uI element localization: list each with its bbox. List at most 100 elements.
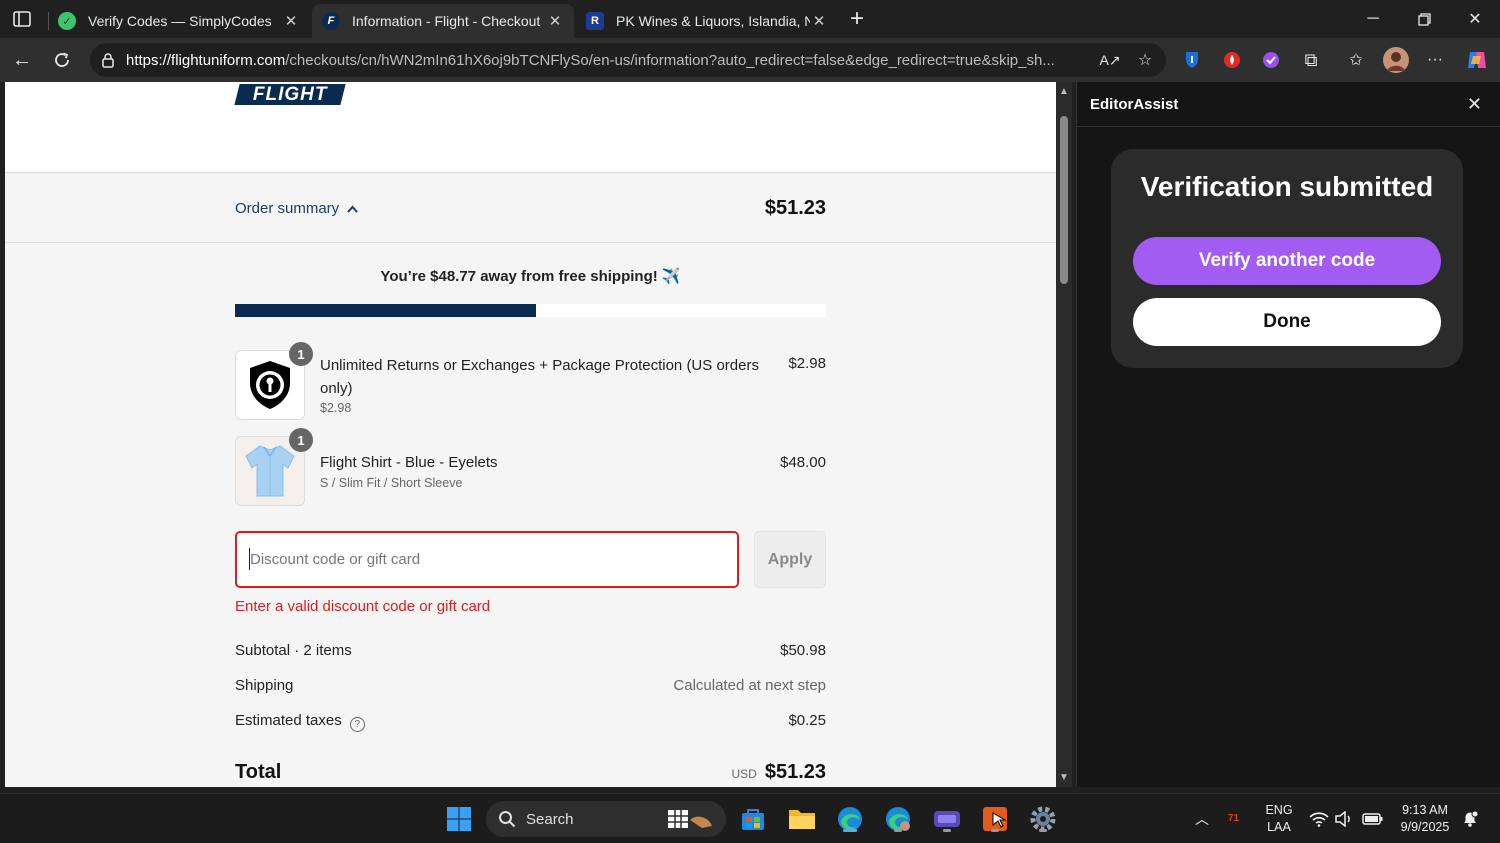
line-item-shirt: 1 Flight Shirt - Blue - Eyelets S / Slim…	[235, 428, 826, 516]
item-price: $2.98	[788, 355, 826, 372]
read-aloud-icon[interactable]: A↗	[1099, 49, 1121, 71]
taxes-label: Estimated taxes	[235, 712, 342, 729]
scrollbar-thumb[interactable]	[1060, 116, 1068, 284]
edge-profile-icon[interactable]	[882, 803, 914, 835]
item-price: $48.00	[780, 454, 826, 471]
order-summary-bar: Order summary $51.23	[5, 173, 1056, 243]
address-bar[interactable]: https://flightuniform.com/checkouts/cn/h…	[90, 43, 1166, 77]
quantity-badge: 1	[289, 342, 313, 366]
discount-code-input[interactable]	[235, 531, 739, 588]
shipping-value: Calculated at next step	[673, 677, 826, 694]
windows-start-icon[interactable]	[443, 803, 475, 835]
tray-badge[interactable]: 71	[1228, 810, 1239, 827]
bitwarden-extension-icon[interactable]	[1181, 49, 1203, 71]
office-app-icon[interactable]	[979, 803, 1011, 835]
favorites-icon[interactable]: ✩	[1345, 49, 1367, 71]
total-currency: USD	[731, 767, 757, 781]
flight-logo[interactable]: FLIGHT	[234, 83, 346, 105]
battery-icon[interactable]	[1359, 803, 1387, 835]
item-variant: $2.98	[320, 401, 352, 415]
verify-another-code-button[interactable]: Verify another code	[1133, 237, 1441, 285]
file-explorer-icon[interactable]	[786, 803, 818, 835]
microsoft-store-icon[interactable]	[737, 803, 769, 835]
tab-close-icon[interactable]: ✕	[810, 12, 828, 30]
minimize-icon[interactable]: ─	[1350, 6, 1396, 32]
apply-discount-button[interactable]: Apply	[754, 531, 826, 588]
volume-icon[interactable]	[1331, 803, 1357, 835]
lock-icon[interactable]	[100, 52, 116, 68]
flight-favicon-icon: F	[322, 12, 340, 30]
taskbar-search[interactable]: Search	[486, 801, 726, 837]
clock[interactable]: 9:13 AM 9/9/2025	[1393, 802, 1457, 836]
shipping-row: Shipping Calculated at next step	[235, 677, 826, 694]
tab-pk-wines[interactable]: R PK Wines & Liquors, Islandia, NY, ✕	[576, 4, 838, 38]
wifi-icon[interactable]	[1306, 803, 1332, 835]
extension-red-icon[interactable]	[1221, 49, 1243, 71]
copilot-icon[interactable]	[1464, 47, 1490, 73]
search-label: Search	[526, 810, 574, 828]
game-app-icon[interactable]	[931, 803, 963, 835]
side-panel-title: EditorAssist	[1090, 95, 1179, 113]
settings-gear-icon[interactable]	[1027, 803, 1059, 835]
edge-browser-icon[interactable]	[834, 803, 866, 835]
refresh-icon[interactable]	[49, 47, 75, 73]
side-panel-header: EditorAssist ✕	[1077, 82, 1500, 127]
quantity-badge: 1	[289, 428, 313, 452]
notification-bell-icon[interactable]	[1456, 803, 1484, 835]
subtotal-label: Subtotal · 2 items	[235, 642, 352, 659]
running-indicator	[991, 829, 999, 832]
more-menu-icon[interactable]: ···	[1424, 49, 1446, 71]
language-line1: ENG	[1265, 803, 1293, 817]
tab-close-icon[interactable]: ✕	[546, 12, 564, 30]
subtotal-row: Subtotal · 2 items $50.98	[235, 642, 826, 659]
favorite-star-icon[interactable]: ☆	[1134, 49, 1156, 71]
verification-card: Verification submitted Verify another co…	[1111, 149, 1463, 368]
text-caret	[249, 548, 250, 570]
tab-flight-checkout[interactable]: F Information - Flight - Checkout ✕	[312, 4, 574, 38]
language-indicator[interactable]: ENG LAA	[1260, 802, 1298, 836]
line-item-protection: 1 Unlimited Returns or Exchanges + Packa…	[235, 342, 826, 430]
back-arrow-icon[interactable]: ←	[9, 47, 35, 73]
free-shipping-message: You’re $48.77 away from free shipping! ✈…	[380, 268, 681, 285]
order-summary-toggle[interactable]: Order summary	[235, 200, 358, 217]
tray-chevron-up-icon[interactable]: ︿	[1186, 803, 1218, 835]
done-button[interactable]: Done	[1133, 298, 1441, 346]
running-indicator	[894, 829, 902, 832]
taxes-value: $0.25	[788, 712, 826, 729]
tab-close-icon[interactable]: ✕	[282, 12, 300, 30]
order-summary-details: You’re $48.77 away from free shipping! ✈…	[5, 243, 1056, 787]
extensions-puzzle-icon[interactable]: ⧉	[1300, 49, 1322, 71]
profile-avatar[interactable]	[1383, 47, 1409, 73]
restore-icon[interactable]	[1401, 6, 1447, 32]
page-scrollbar[interactable]: ▲ ▼	[1056, 82, 1072, 787]
new-tab-icon[interactable]: +	[844, 5, 870, 32]
scroll-down-arrow-icon[interactable]: ▼	[1059, 772, 1069, 783]
browser-toolbar: ← https://flightuniform.com/checkouts/cn…	[0, 38, 1500, 82]
running-indicator	[843, 829, 857, 832]
extension-purple-icon[interactable]	[1260, 49, 1282, 71]
shirt-icon	[245, 445, 295, 497]
clock-time: 9:13 AM	[1402, 803, 1448, 817]
item-name: Flight Shirt - Blue - Eyelets	[320, 454, 498, 471]
scroll-up-arrow-icon[interactable]: ▲	[1059, 86, 1069, 97]
clock-date: 9/9/2025	[1400, 820, 1450, 834]
help-question-icon[interactable]: ?	[349, 717, 365, 732]
tab-title: PK Wines & Liquors, Islandia, NY,	[616, 13, 810, 29]
total-value: $51.23	[764, 761, 826, 783]
tab-verify-codes[interactable]: ✓ Verify Codes — SimplyCodes ✕	[48, 4, 310, 38]
tab-actions-icon[interactable]	[10, 8, 34, 30]
total-row: Total USD $51.23	[235, 761, 826, 784]
close-window-icon[interactable]: ✕	[1452, 6, 1498, 32]
running-indicator	[943, 829, 951, 832]
item-name: Unlimited Returns or Exchanges + Package…	[320, 357, 759, 397]
chevron-up-icon	[347, 202, 358, 216]
tab-title: Information - Flight - Checkout	[352, 13, 541, 29]
discount-error-message: Enter a valid discount code or gift card	[235, 598, 491, 615]
pk-wines-favicon-icon: R	[586, 12, 604, 30]
verification-heading: Verification submitted	[1140, 171, 1434, 202]
subtotal-value: $50.98	[780, 642, 826, 659]
logo-text: FLIGHT	[252, 83, 328, 105]
url-host: https://flightuniform.com	[126, 51, 286, 69]
tab-title: Verify Codes — SimplyCodes	[88, 13, 272, 29]
side-panel-close-icon[interactable]: ✕	[1467, 94, 1482, 115]
